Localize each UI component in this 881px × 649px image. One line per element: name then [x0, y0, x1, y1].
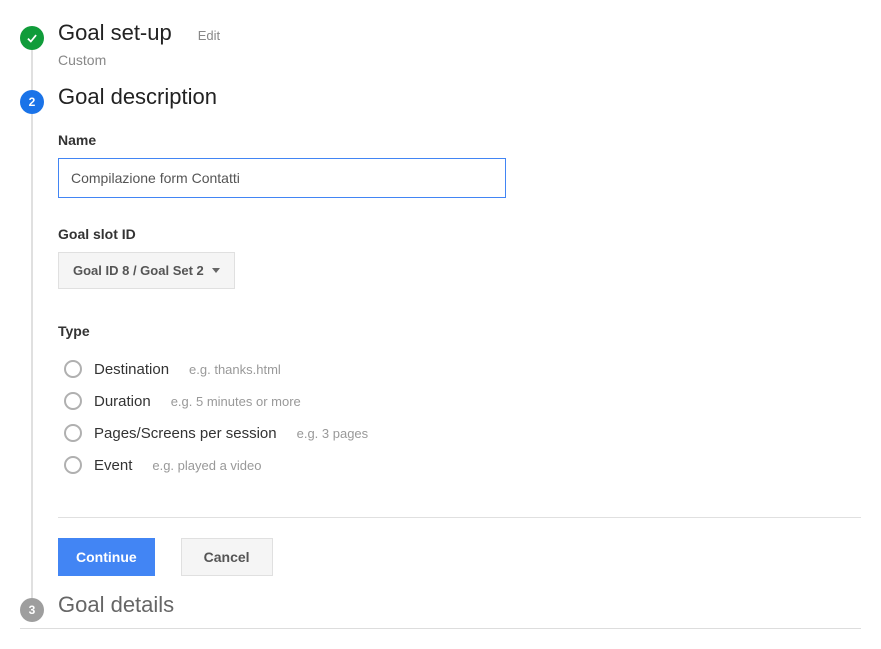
name-section: Name [58, 132, 861, 198]
step-3-indicator: 3 [20, 598, 44, 622]
step-1-indicator [20, 26, 44, 50]
step-2-row: 2 Goal description Name Goal slot ID Goa… [20, 84, 861, 592]
step-2-indicator: 2 [20, 90, 44, 114]
bottom-border [20, 628, 861, 629]
step-2-title: Goal description [58, 84, 217, 110]
name-input[interactable] [58, 158, 506, 198]
step-2-content: Goal description Name Goal slot ID Goal … [58, 84, 861, 592]
actions-row: Continue Cancel [58, 517, 861, 576]
radio-item-pages[interactable]: Pages/Screens per session e.g. 3 pages [58, 417, 861, 449]
step-1-row: Goal set-up Edit Custom [20, 20, 861, 84]
type-label: Type [58, 323, 861, 339]
radio-hint: e.g. 3 pages [297, 426, 369, 441]
radio-label: Duration [94, 393, 151, 410]
radio-item-duration[interactable]: Duration e.g. 5 minutes or more [58, 385, 861, 417]
goal-slot-value: Goal ID 8 / Goal Set 2 [73, 263, 204, 278]
step-connector-line [31, 114, 33, 598]
step-1-title: Goal set-up [58, 20, 172, 46]
radio-item-event[interactable]: Event e.g. played a video [58, 449, 861, 481]
step-1-subtitle: Custom [58, 52, 861, 68]
radio-circle[interactable] [64, 360, 82, 378]
checkmark-icon [25, 31, 39, 45]
radio-circle[interactable] [64, 456, 82, 474]
radio-label: Destination [94, 361, 169, 378]
step-1-header: Goal set-up Edit [58, 20, 861, 46]
name-label: Name [58, 132, 861, 148]
radio-hint: e.g. 5 minutes or more [171, 394, 301, 409]
chevron-down-icon [212, 268, 220, 273]
step-connector-line [31, 50, 33, 90]
type-radio-list: Destination e.g. thanks.html Duration e.… [58, 353, 861, 481]
goal-slot-dropdown[interactable]: Goal ID 8 / Goal Set 2 [58, 252, 235, 289]
radio-hint: e.g. played a video [152, 458, 261, 473]
radio-item-destination[interactable]: Destination e.g. thanks.html [58, 353, 861, 385]
cancel-button[interactable]: Cancel [181, 538, 273, 576]
radio-hint: e.g. thanks.html [189, 362, 281, 377]
edit-link[interactable]: Edit [198, 28, 220, 43]
goal-slot-section: Goal slot ID Goal ID 8 / Goal Set 2 [58, 226, 861, 289]
goal-slot-label: Goal slot ID [58, 226, 861, 242]
step-2-header: Goal description [58, 84, 861, 110]
radio-label: Event [94, 457, 132, 474]
radio-circle[interactable] [64, 392, 82, 410]
step-3-header: Goal details [58, 592, 861, 618]
goal-wizard: Goal set-up Edit Custom 2 Goal descripti… [20, 20, 861, 624]
radio-label: Pages/Screens per session [94, 425, 277, 442]
radio-circle[interactable] [64, 424, 82, 442]
step-1-content: Goal set-up Edit Custom [58, 20, 861, 84]
type-section: Type Destination e.g. thanks.html Durati… [58, 323, 861, 481]
step-3-title: Goal details [58, 592, 174, 618]
continue-button[interactable]: Continue [58, 538, 155, 576]
